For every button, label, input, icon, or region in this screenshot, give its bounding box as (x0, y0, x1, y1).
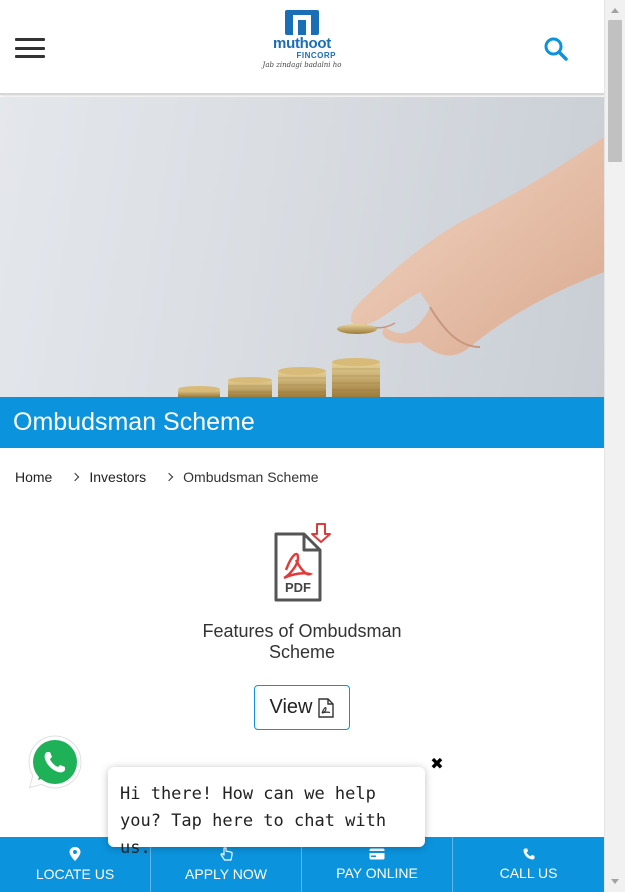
call-us-button[interactable]: CALL US (453, 837, 604, 892)
call-us-label: CALL US (499, 865, 558, 881)
page: muthoot FINCORP Jab zindagi badalni ho O… (0, 0, 604, 892)
chevron-right-icon (164, 472, 174, 482)
locate-us-label: LOCATE US (35, 866, 115, 882)
apply-now-label: APPLY NOW (185, 866, 267, 882)
breadcrumb: Home Investors Ombudsman Scheme (15, 469, 319, 485)
hero-banner (0, 97, 604, 397)
page-title-bar: Ombudsman Scheme (0, 397, 604, 448)
whatsapp-icon[interactable] (26, 733, 84, 791)
logo-mark-icon (285, 10, 319, 35)
breadcrumb-investors[interactable]: Investors (89, 469, 146, 485)
svg-text:PDF: PDF (285, 580, 311, 595)
breadcrumb-home[interactable]: Home (15, 469, 52, 485)
search-icon[interactable] (543, 36, 569, 62)
page-title: Ombudsman Scheme (13, 408, 255, 436)
logo-sub: FINCORP (296, 51, 336, 60)
pay-online-label: PAY ONLINE (336, 865, 418, 881)
location-pin-icon (69, 847, 81, 861)
chevron-right-icon (71, 472, 80, 482)
pdf-download-icon[interactable]: PDF (270, 520, 334, 604)
site-header: muthoot FINCORP Jab zindagi badalni ho (0, 0, 604, 95)
phone-icon (523, 848, 534, 860)
logo-tagline: Jab zindagi badalni ho (262, 61, 342, 69)
card-icon (369, 848, 385, 860)
close-icon[interactable]: ✖ (428, 756, 446, 774)
scroll-thumb[interactable] (608, 20, 622, 162)
view-label: View (269, 696, 313, 718)
scroll-down-arrow-icon[interactable] (611, 879, 619, 884)
scroll-up-arrow-icon[interactable] (611, 8, 619, 13)
breadcrumb-current: Ombudsman Scheme (183, 469, 319, 485)
document-title: Features of Ombudsman Scheme (202, 621, 402, 662)
hand-placing-coin-illustration (178, 137, 604, 397)
brand-logo[interactable]: muthoot FINCORP Jab zindagi badalni ho (260, 8, 344, 76)
view-pdf-button[interactable]: View (254, 685, 350, 730)
pdf-file-icon (317, 697, 334, 718)
hand-pointer-icon (219, 847, 233, 861)
logo-name: muthoot (273, 35, 331, 52)
hamburger-menu-icon[interactable] (15, 38, 45, 58)
vertical-scrollbar[interactable] (604, 0, 625, 892)
chat-prompt[interactable]: Hi there! How can we help you? Tap here … (108, 767, 425, 858)
